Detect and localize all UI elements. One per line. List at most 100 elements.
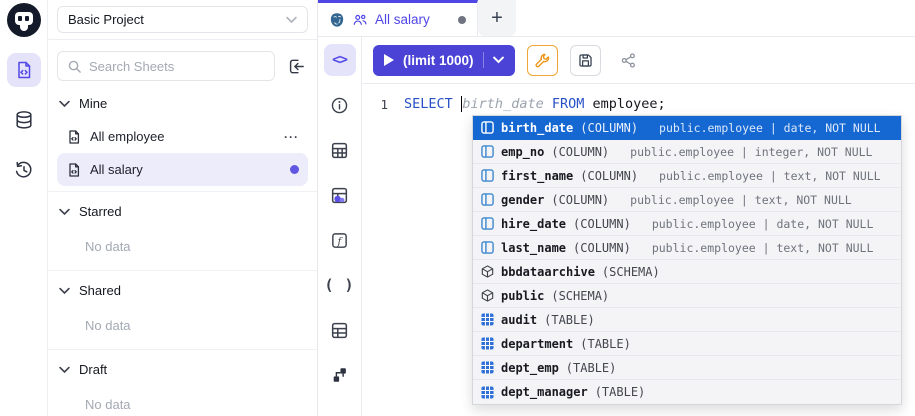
run-button-label: (limit 1000) xyxy=(403,53,474,68)
table-icon xyxy=(481,337,494,350)
editor-mode-rail: <> xyxy=(318,37,362,416)
code-icon: <> xyxy=(332,52,347,68)
draft-empty-state: No data xyxy=(57,386,308,416)
run-query-button[interactable]: (limit 1000) xyxy=(373,45,515,76)
import-icon xyxy=(287,57,306,76)
suggestion-audit[interactable]: audit (TABLE) xyxy=(473,308,901,332)
section-label: Draft xyxy=(79,362,107,377)
share-sheet-button[interactable] xyxy=(613,45,644,76)
search-sheets-input[interactable] xyxy=(89,59,265,74)
sheet-item-all-employee[interactable]: All employee ··· xyxy=(57,120,308,153)
section-label: Shared xyxy=(79,283,121,298)
project-select[interactable]: Basic Project xyxy=(57,6,308,33)
item-menu-button[interactable]: ··· xyxy=(284,130,299,144)
suggestion-public[interactable]: public (SCHEMA) xyxy=(473,284,901,308)
starred-empty-state: No data xyxy=(57,228,308,265)
tab-all-salary[interactable]: All salary xyxy=(318,0,478,36)
sql-editor-pane: (limit 1000) xyxy=(362,37,915,416)
suggestion-department[interactable]: department (TABLE) xyxy=(473,332,901,356)
code-line-1: 1 SELECT birth_date FROM employee; xyxy=(362,94,915,114)
parentheses-button[interactable]: ( ) xyxy=(324,269,356,301)
tab-title: All salary xyxy=(375,12,430,27)
function-button[interactable]: f xyxy=(324,224,356,256)
sql-keyword-from: FROM xyxy=(552,96,585,112)
databases-nav-button[interactable] xyxy=(7,103,41,137)
save-icon xyxy=(577,52,594,69)
suggestion-hire_date[interactable]: hire_date (COLUMN) public.employee | dat… xyxy=(473,212,901,236)
postgresql-icon xyxy=(329,12,345,28)
suggestion-bbdataarchive[interactable]: bbdataarchive (SCHEMA) xyxy=(473,260,901,284)
section-mine[interactable]: Mine xyxy=(57,87,308,120)
column-icon xyxy=(481,193,494,206)
section-draft[interactable]: Draft xyxy=(57,353,308,386)
table-ai-icon xyxy=(330,186,349,205)
table-icon xyxy=(330,321,349,340)
save-sheet-button[interactable] xyxy=(570,45,601,76)
chevron-down-icon xyxy=(59,366,70,374)
sheets-nav-button[interactable] xyxy=(7,53,41,87)
column-icon xyxy=(481,217,494,230)
play-icon xyxy=(384,54,394,66)
sheet-tree: Mine All employee ··· All salary xyxy=(48,87,317,416)
svg-text:f: f xyxy=(337,236,344,247)
database-icon xyxy=(14,110,34,130)
function-icon: f xyxy=(330,231,349,250)
suggestion-dept_emp[interactable]: dept_emp (TABLE) xyxy=(473,356,901,380)
suggestion-last_name[interactable]: last_name (COLUMN) public.employee | tex… xyxy=(473,236,901,260)
column-icon xyxy=(481,145,494,158)
search-row xyxy=(48,40,317,87)
table-view-button[interactable] xyxy=(324,134,356,166)
code-mode-button[interactable]: <> xyxy=(324,44,356,76)
share-icon xyxy=(620,52,637,69)
table-icon xyxy=(481,361,494,374)
sql-code-area[interactable]: 1 SELECT birth_date FROM employee; birth… xyxy=(362,84,915,416)
suggestion-dept_manager[interactable]: dept_manager (TABLE) xyxy=(473,380,901,404)
table-icon xyxy=(481,313,494,326)
table-ai-button[interactable] xyxy=(324,179,356,211)
chevron-down-icon[interactable] xyxy=(493,56,504,64)
search-box[interactable] xyxy=(57,51,275,81)
sheet-item-label: All salary xyxy=(90,162,143,177)
divider xyxy=(483,52,484,68)
suggestion-first_name[interactable]: first_name (COLUMN) public.employee | te… xyxy=(473,164,901,188)
divider xyxy=(48,191,317,192)
table-list-button[interactable] xyxy=(324,314,356,346)
section-starred[interactable]: Starred xyxy=(57,195,308,228)
sheet-sidebar: Basic Project xyxy=(48,0,317,416)
section-shared[interactable]: Shared xyxy=(57,274,308,307)
import-sheet-button[interactable] xyxy=(284,53,308,79)
app-rail xyxy=(0,0,48,416)
editor-panel: All salary + <> xyxy=(318,0,915,416)
group-icon xyxy=(352,12,368,28)
sheet-icon xyxy=(66,162,82,178)
app-window: Basic Project xyxy=(0,0,915,416)
schema-diagram-button[interactable] xyxy=(324,359,356,391)
unsaved-indicator-dot xyxy=(458,16,466,24)
wrench-icon xyxy=(534,52,551,69)
sheet-item-all-salary[interactable]: All salary xyxy=(57,153,308,186)
history-nav-button[interactable] xyxy=(7,153,41,187)
chevron-down-icon xyxy=(286,16,297,24)
new-tab-button[interactable]: + xyxy=(478,0,516,36)
suggestion-emp_no[interactable]: emp_no (COLUMN) public.employee | intege… xyxy=(473,140,901,164)
info-button[interactable] xyxy=(324,89,356,121)
parentheses-icon: ( ) xyxy=(324,276,354,294)
active-sheet-dot xyxy=(290,165,299,174)
schema-icon xyxy=(481,265,494,278)
suggestion-birth_date[interactable]: birth_date (COLUMN) public.employee | da… xyxy=(473,116,901,140)
section-label: Mine xyxy=(79,96,107,111)
app-logo[interactable] xyxy=(7,3,41,37)
editor-main: <> xyxy=(318,37,915,416)
autocomplete-dropdown: birth_date (COLUMN) public.employee | da… xyxy=(472,115,902,405)
table-icon xyxy=(481,386,494,399)
column-icon xyxy=(481,121,494,134)
table-icon xyxy=(330,141,349,160)
tab-bar: All salary + xyxy=(318,0,915,37)
schema-diagram-icon xyxy=(331,366,349,384)
column-icon xyxy=(481,169,494,182)
chevron-down-icon xyxy=(59,100,70,108)
chevron-down-icon xyxy=(59,208,70,216)
project-select-value: Basic Project xyxy=(68,12,144,27)
suggestion-gender[interactable]: gender (COLUMN) public.employee | text, … xyxy=(473,188,901,212)
format-sql-button[interactable] xyxy=(527,45,558,76)
